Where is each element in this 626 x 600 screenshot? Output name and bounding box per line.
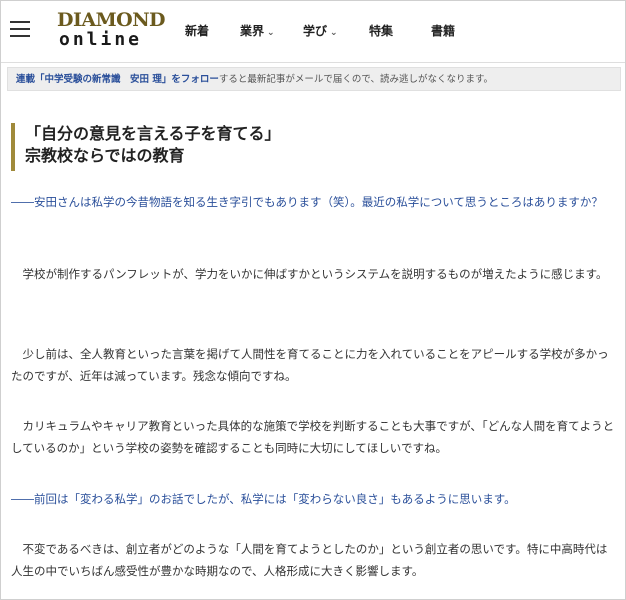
answer-paragraph: 学校が制作するパンフレットが、学力をいかに伸ばすかというシステムを説明するものが…	[11, 267, 608, 281]
nav-item-features[interactable]: 特集	[369, 23, 393, 39]
site-header: DIAMOND online 新着 業界 ⌄ 学び ⌄ 特集 書籍	[1, 1, 625, 63]
nav-item-label: 学び	[303, 24, 328, 38]
heading-line-2: 宗教校ならではの教育	[25, 146, 185, 165]
nav-item-learning[interactable]: 学び ⌄	[303, 23, 338, 41]
nav-item-books[interactable]: 書籍	[431, 23, 455, 39]
page-frame: DIAMOND online 新着 業界 ⌄ 学び ⌄ 特集 書籍 連載「中学受験の…	[0, 0, 626, 600]
interviewer-question: ――安田さんは私学の今昔物語を知る生き字引でもあります（笑）。最近の私学について…	[11, 195, 603, 209]
follow-banner: 連載「中学受験の新常識 安田 理」をフォローすると最新記事がメールで届くので、読…	[7, 67, 621, 91]
nav-item-label: 新着	[185, 24, 210, 38]
answer-paragraph: 少し前は、全人教育といった言葉を掲げて人間性を育てることに力を入れていることをア…	[11, 347, 609, 383]
follow-link[interactable]: 」をフォロー	[162, 74, 219, 85]
follow-banner-text: 連載「中学受験の新常識 安田 理」をフォローすると最新記事がメールで届くので、読…	[16, 73, 493, 86]
hamburger-menu-icon[interactable]	[10, 21, 30, 39]
nav-item-label: 特集	[369, 24, 394, 38]
logo-online: online	[59, 29, 143, 50]
logo-diamond: DIAMOND	[57, 9, 166, 31]
heading-line-1: 「自分の意見を言える子を育てる」	[25, 124, 281, 143]
answer-paragraph: 不変であるべきは、創立者がどのような「人間を育てようとしたのか」という創立者の思…	[11, 542, 608, 578]
banner-suffix: すると最新記事がメールで届くので、読み逃しがなくなります。	[218, 74, 494, 85]
nav-item-new[interactable]: 新着	[185, 23, 209, 39]
section-heading: 「自分の意見を言える子を育てる」 宗教校ならではの教育	[11, 123, 611, 171]
series-title-link[interactable]: 中学受験の新常識 安田 理	[45, 74, 162, 85]
series-prefix: 連載「	[16, 74, 45, 85]
interviewer-question: ――前回は「変わる私学」のお話でしたが、私学には「変わらない良さ」もあるように思…	[11, 492, 516, 506]
nav-item-label: 書籍	[431, 24, 456, 38]
chevron-down-icon: ⌄	[330, 28, 338, 38]
nav-item-industry[interactable]: 業界 ⌄	[240, 23, 275, 41]
chevron-down-icon: ⌄	[267, 28, 275, 38]
nav-item-label: 業界	[240, 24, 265, 38]
site-logo[interactable]: DIAMOND online	[57, 9, 166, 53]
answer-paragraph: カリキュラムやキャリア教育といった具体的な施策で学校を判断することも大事ですが、…	[11, 419, 615, 455]
